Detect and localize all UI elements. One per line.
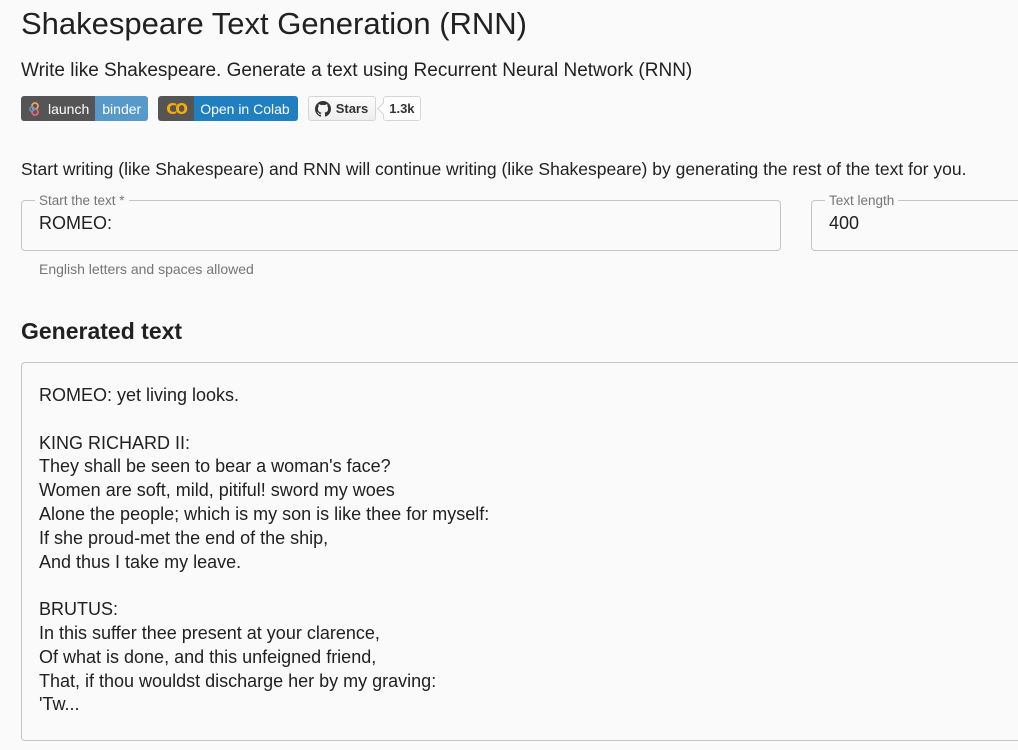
colab-badge-label: Open in Colab <box>194 96 298 121</box>
intro-text: Start writing (like Shakespeare) and RNN… <box>21 159 967 179</box>
start-text-label: Start the text * <box>39 193 125 208</box>
generated-text-output[interactable]: ROMEO: yet living looks. KING RICHARD II… <box>21 362 1018 741</box>
start-text-input[interactable] <box>39 213 763 234</box>
github-stars-widget: Stars 1.3k <box>307 96 421 121</box>
binder-badge-left-label: launch <box>48 100 90 117</box>
binder-badge-right-label: binder <box>95 96 149 121</box>
badge-row: launch binder CO Open in Colab Stars 1.3… <box>21 96 421 121</box>
launch-binder-badge[interactable]: launch binder <box>21 96 149 121</box>
text-length-label: Text length <box>829 193 895 208</box>
generated-text-heading: Generated text <box>21 318 183 344</box>
text-length-input[interactable] <box>829 213 1018 234</box>
start-text-field: Start the text * <box>21 193 781 251</box>
github-icon <box>314 100 331 117</box>
github-stars-label: Stars <box>335 101 369 116</box>
open-in-colab-badge[interactable]: CO Open in Colab <box>158 96 298 121</box>
github-stars-button[interactable]: Stars <box>307 96 377 121</box>
binder-logo-icon <box>29 101 39 116</box>
start-text-helper: English letters and spaces allowed <box>39 261 254 277</box>
binder-badge-left: launch <box>21 96 96 121</box>
colab-logo-icon: CO <box>166 99 188 118</box>
colab-badge-left: CO <box>158 96 195 121</box>
page-subtitle: Write like Shakespeare. Generate a text … <box>21 60 693 81</box>
page: Shakespeare Text Generation (RNN) Write … <box>0 0 1018 750</box>
text-length-field: Text length <box>811 193 1018 251</box>
page-title: Shakespeare Text Generation (RNN) <box>21 6 528 41</box>
github-stars-count[interactable]: 1.3k <box>383 96 421 121</box>
